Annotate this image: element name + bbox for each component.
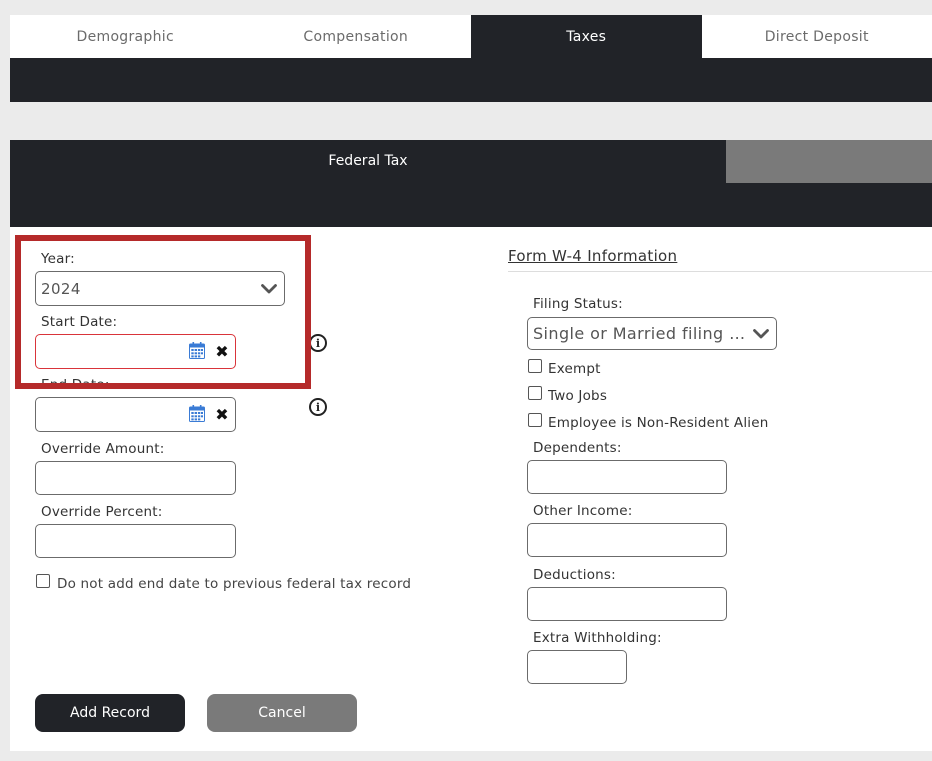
two-jobs-checkbox[interactable] [528, 386, 542, 400]
exempt-checkbox[interactable] [528, 359, 542, 373]
tab-taxes[interactable]: Taxes [471, 15, 702, 58]
end-date-field[interactable]: ✖ [35, 397, 236, 432]
info-icon[interactable]: i [309, 398, 327, 416]
cancel-button[interactable]: Cancel [207, 694, 357, 732]
section-header-grey-block [726, 140, 932, 183]
two-jobs-label: Two Jobs [548, 388, 608, 404]
info-icon[interactable]: i [309, 334, 327, 352]
filing-status-label: Filing Status: [533, 296, 623, 312]
w4-section-title: Form W-4 Information [508, 247, 678, 265]
close-icon[interactable]: ✖ [211, 402, 233, 426]
no-end-date-checkbox[interactable] [36, 574, 50, 588]
other-income-input[interactable] [527, 523, 727, 557]
extra-withholding-input[interactable] [527, 650, 627, 684]
other-income-label: Other Income: [533, 503, 633, 519]
dependents-input[interactable] [527, 460, 727, 494]
override-percent-label: Override Percent: [41, 504, 163, 520]
calendar-icon[interactable] [189, 405, 205, 422]
extra-withholding-label: Extra Withholding: [533, 630, 662, 646]
section-header: Federal Tax [10, 140, 932, 227]
no-end-date-label: Do not add end date to previous federal … [57, 576, 412, 592]
tab-direct-deposit[interactable]: Direct Deposit [702, 15, 932, 58]
highlight-box [15, 235, 311, 389]
w4-divider [508, 271, 932, 272]
override-percent-input[interactable] [35, 524, 236, 558]
override-amount-label: Override Amount: [41, 441, 165, 457]
tab-content-strip [10, 58, 932, 102]
chevron-down-icon [746, 328, 776, 339]
dependents-label: Dependents: [533, 440, 622, 456]
tab-bar: Demographic Compensation Taxes Direct De… [10, 15, 932, 58]
tab-demographic[interactable]: Demographic [10, 15, 241, 58]
exempt-label: Exempt [548, 361, 601, 377]
nonresident-alien-checkbox[interactable] [528, 413, 542, 427]
add-record-button[interactable]: Add Record [35, 694, 185, 732]
tab-compensation[interactable]: Compensation [241, 15, 472, 58]
section-title: Federal Tax [328, 153, 408, 169]
deductions-label: Deductions: [533, 567, 616, 583]
filing-status-select[interactable]: Single or Married filing s... [527, 317, 777, 350]
nonresident-alien-label: Employee is Non-Resident Alien [548, 415, 769, 431]
override-amount-input[interactable] [35, 461, 236, 495]
deductions-input[interactable] [527, 587, 727, 621]
filing-status-value: Single or Married filing s... [533, 324, 746, 343]
